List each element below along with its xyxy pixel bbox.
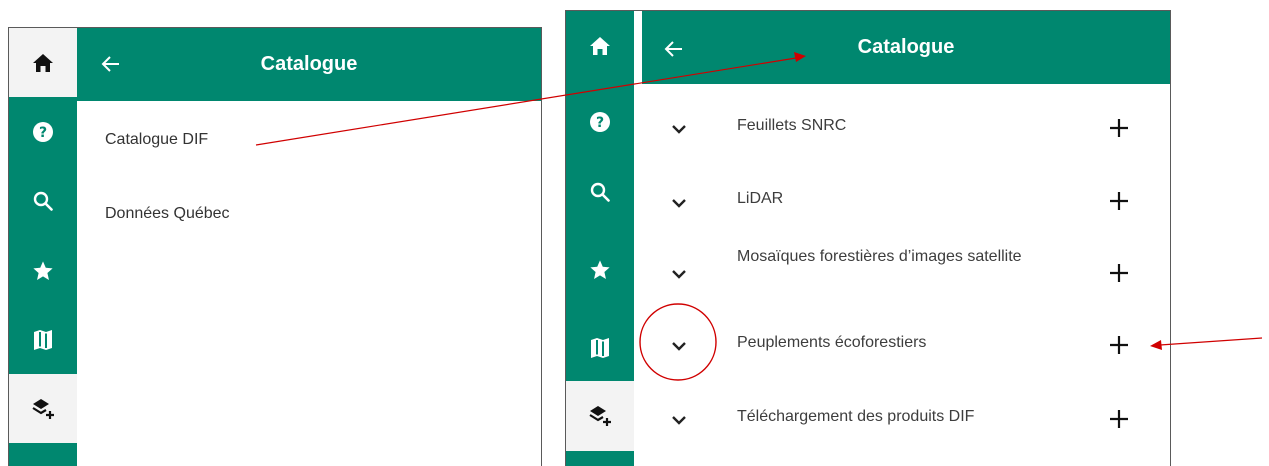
add-layers-button[interactable] (9, 374, 77, 443)
side-toolbar: ? (9, 28, 77, 466)
plus-icon[interactable] (1108, 117, 1130, 139)
chevron-down-icon[interactable] (669, 410, 689, 430)
search-button[interactable] (9, 166, 77, 235)
arrow-left-icon[interactable] (662, 37, 686, 61)
catalogue-row-label: Téléchargement des produits DIF (737, 408, 975, 425)
arrow-left-icon[interactable] (99, 52, 123, 76)
favorites-button[interactable] (9, 236, 77, 305)
plus-icon[interactable] (1108, 408, 1130, 430)
search-button[interactable] (566, 157, 634, 226)
add-layers-button[interactable] (566, 381, 634, 451)
plus-icon[interactable] (1108, 190, 1130, 212)
star-icon (590, 259, 610, 279)
catalogue-row-label: LiDAR (737, 190, 784, 207)
star-icon (33, 260, 53, 280)
catalogue-item-donnees-quebec[interactable]: Données Québec (105, 205, 230, 223)
map-icon (34, 329, 52, 350)
map-button[interactable] (566, 313, 634, 382)
catalogue-row-label: Mosaïques forestières d’images satellite (737, 248, 1022, 265)
home-button[interactable] (566, 11, 634, 80)
panel-header: Catalogue (77, 28, 541, 101)
search-icon (33, 191, 53, 211)
panel-title: Catalogue (857, 36, 955, 58)
chevron-down-icon[interactable] (669, 119, 689, 139)
favorites-button[interactable] (566, 235, 634, 304)
help-button[interactable]: ? (9, 97, 77, 166)
catalogue-item-dif[interactable]: Catalogue DIF (105, 131, 208, 149)
plus-icon[interactable] (1108, 334, 1130, 356)
catalogue-panel-left: ? Catalogue Catalogue DIF Données Québec (8, 27, 542, 466)
catalogue-row-label: Feuillets SNRC (737, 117, 847, 134)
chevron-down-icon[interactable] (669, 264, 689, 284)
map-icon (591, 337, 609, 358)
svg-text:?: ? (596, 115, 604, 131)
svg-text:?: ? (39, 125, 47, 141)
home-button[interactable] (9, 28, 77, 97)
map-button[interactable] (9, 305, 77, 374)
search-icon (590, 182, 610, 202)
catalogue-panel-right: ? Catalogue Feuillets SNRC LiDAR Mosaïqu… (565, 10, 1171, 466)
help-button[interactable]: ? (566, 87, 634, 156)
help-icon: ? (33, 121, 53, 142)
help-icon: ? (590, 111, 610, 132)
side-toolbar: ? (566, 11, 634, 466)
layers-add-icon (589, 406, 611, 426)
layers-add-icon (32, 398, 54, 419)
home-icon (33, 53, 53, 72)
home-icon (590, 36, 610, 55)
panel-header: Catalogue (642, 11, 1170, 84)
chevron-down-icon[interactable] (669, 193, 689, 213)
chevron-down-icon[interactable] (669, 336, 689, 356)
plus-icon[interactable] (1108, 262, 1130, 284)
panel-title: Catalogue (260, 53, 358, 75)
catalogue-row-label: Peuplements écoforestiers (737, 334, 927, 351)
